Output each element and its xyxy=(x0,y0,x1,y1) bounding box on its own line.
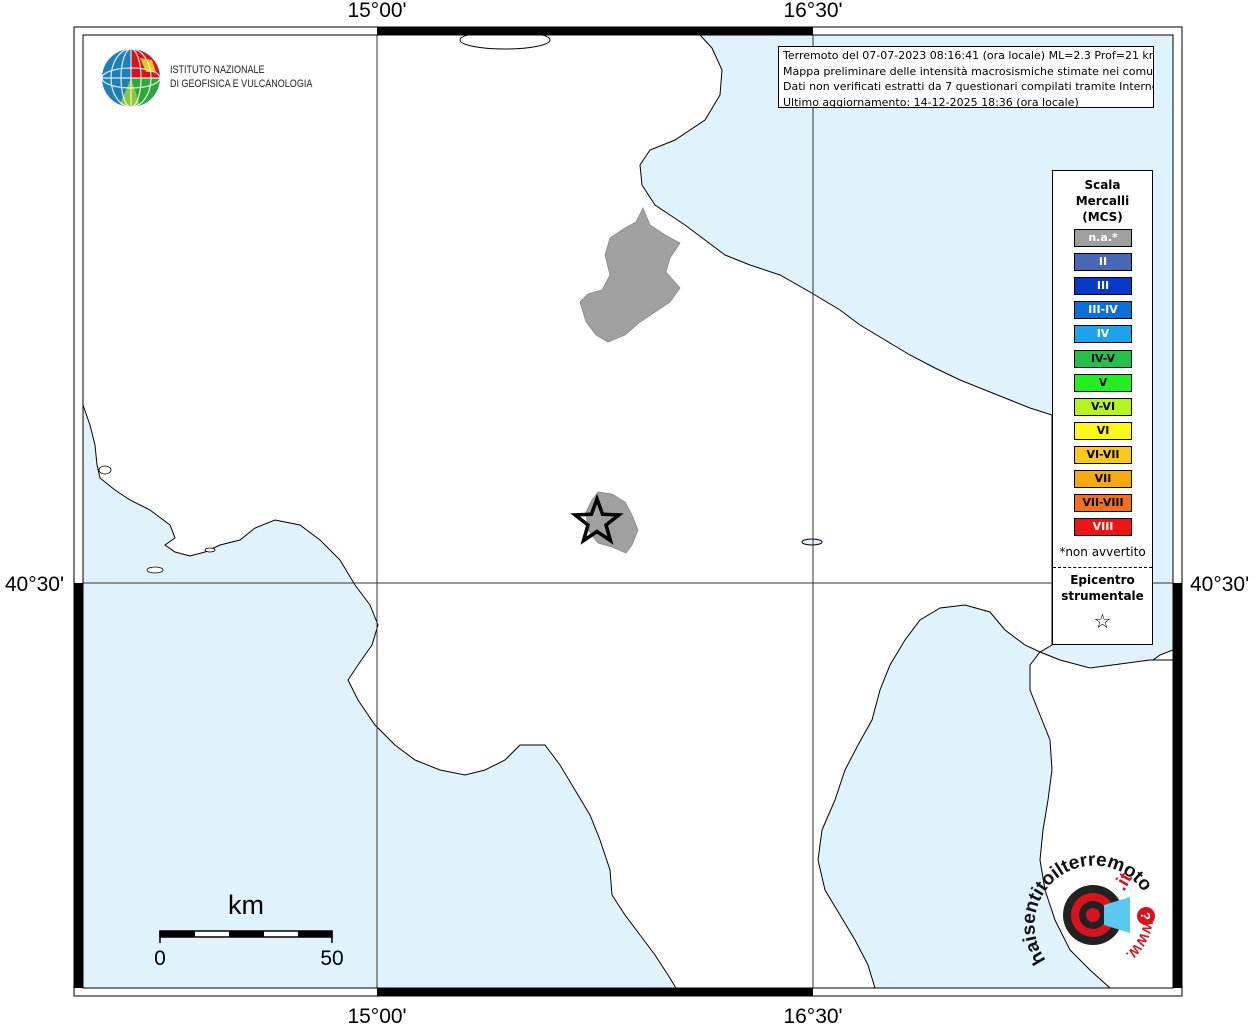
ingv-logo-line1: ISTITUTO NAZIONALE xyxy=(170,64,265,76)
legend-swatch: VI-VII xyxy=(1074,445,1132,464)
legend-swatch: III xyxy=(1074,277,1132,296)
lat-label-right: 40°30' xyxy=(1190,573,1249,596)
legend-epicenter-line1: Epicentro xyxy=(1070,573,1135,587)
lon-label-bottom-left: 15°00' xyxy=(347,1005,406,1024)
legend-star-icon: ☆ xyxy=(1093,609,1112,633)
legend-title-line1: Scala xyxy=(1084,178,1121,192)
scale-bar-end: 50 xyxy=(320,947,343,970)
ingv-logo-icon xyxy=(101,48,161,108)
island-capri xyxy=(204,547,216,553)
lon-label-top-left: 15°00' xyxy=(347,0,406,22)
legend-title: Scala Mercalli (MCS) xyxy=(1053,177,1152,225)
legend-swatch: III-IV xyxy=(1074,301,1132,320)
earthquake-info-box: Terremoto del 07-07-2023 08:16:41 (ora l… xyxy=(778,46,1154,108)
info-line-event: Terremoto del 07-07-2023 08:16:41 (ora l… xyxy=(783,49,1154,62)
svg-text:?: ? xyxy=(1138,912,1153,920)
legend-swatch: VII xyxy=(1074,470,1132,488)
legend-swatch: IV-V xyxy=(1074,349,1132,368)
legend-swatch: V-VI xyxy=(1074,397,1132,416)
info-line-updated: Ultimo aggiornamento: 14-12-2025 18:36 (… xyxy=(783,95,1079,108)
map-area xyxy=(83,35,1173,988)
legend-title-line2: Mercalli xyxy=(1075,194,1130,208)
legend-swatch: VI xyxy=(1074,421,1132,440)
legend-epicenter-label: Epicentro strumentale xyxy=(1053,572,1152,604)
lat-label-left: 40°30' xyxy=(5,573,64,596)
ingv-logo-text: ISTITUTO NAZIONALE DI GEOFISICA E VULCAN… xyxy=(170,63,312,91)
island-licosa xyxy=(146,566,164,574)
scale-bar-unit: km xyxy=(228,890,264,920)
island-lake xyxy=(801,538,823,546)
mcs-legend: Scala Mercalli (MCS) n.a.* II III III-IV IV I… xyxy=(1052,170,1153,645)
info-line-data-source: Dati non verificati estratti da 7 questi… xyxy=(783,80,1154,93)
lon-label-bottom-right: 16°30' xyxy=(783,1005,842,1024)
scale-bar-start: 0 xyxy=(154,947,166,970)
legend-swatch: VII-VIII xyxy=(1074,494,1132,513)
legend-title-line3: (MCS) xyxy=(1082,210,1123,224)
legend-swatch: V xyxy=(1074,373,1132,392)
legend-separator xyxy=(1053,567,1152,568)
island-ischia xyxy=(98,465,112,475)
legend-epicenter-line2: strumentale xyxy=(1061,589,1144,603)
lon-label-top-right: 16°30' xyxy=(783,0,842,22)
legend-swatch: IV xyxy=(1074,325,1132,344)
ingv-logo-line2: DI GEOFISICA E VULCANOLOGIA xyxy=(170,78,313,90)
legend-note: *non avvertito xyxy=(1059,545,1146,559)
legend-swatch: VIII xyxy=(1074,518,1132,537)
info-line-description: Mappa preliminare delle intensità macros… xyxy=(783,64,1154,78)
legend-swatch: n.a.* xyxy=(1074,229,1132,247)
legend-swatch: II xyxy=(1074,253,1132,272)
